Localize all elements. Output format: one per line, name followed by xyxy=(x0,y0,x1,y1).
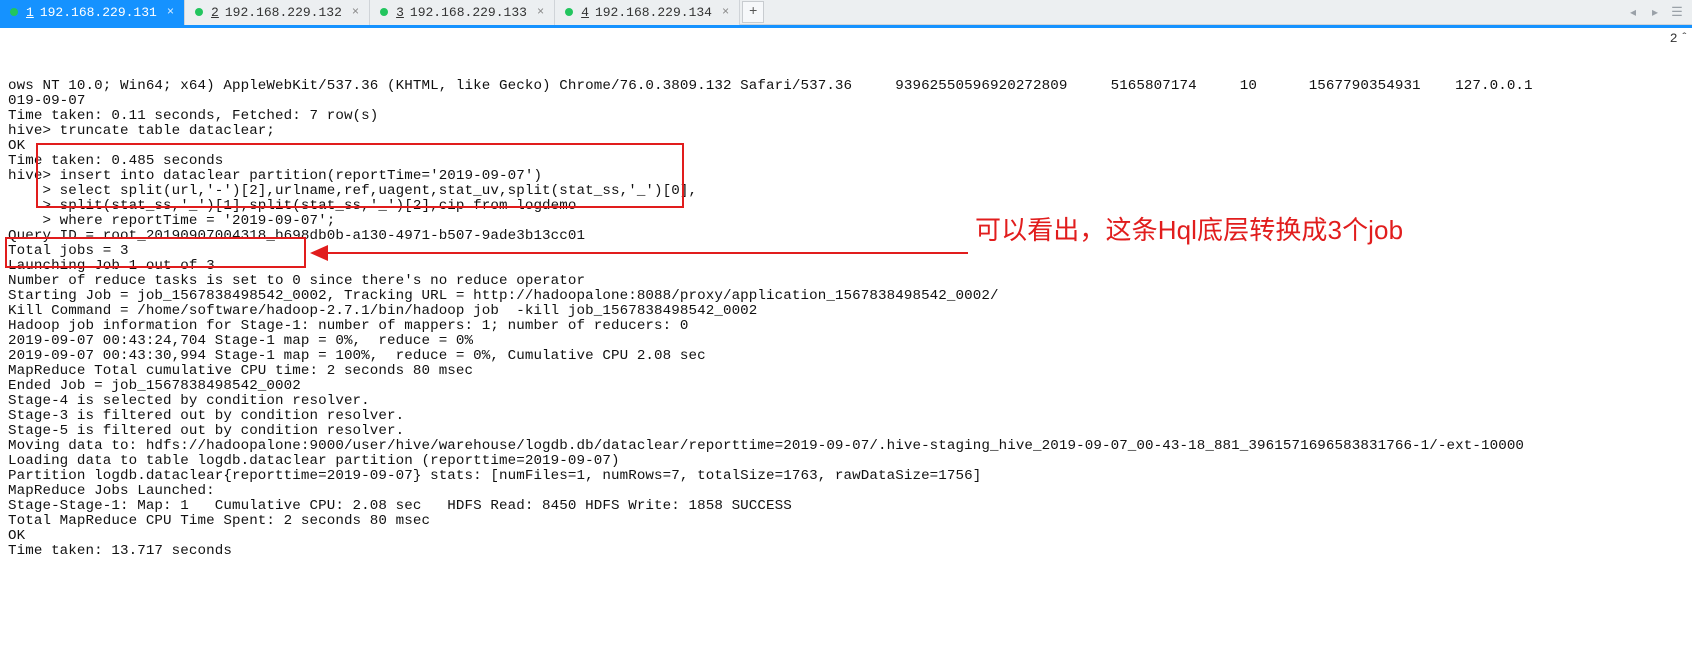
terminal-line: MapReduce Jobs Launched: xyxy=(8,484,1684,499)
tab-number: 4 xyxy=(581,5,589,20)
tabs-menu-icon[interactable]: ☰ xyxy=(1670,5,1684,20)
terminal-line: > split(stat_ss,'_')[1],split(stat_ss,'_… xyxy=(8,199,1684,214)
terminal-line: Kill Command = /home/software/hadoop-2.7… xyxy=(8,304,1684,319)
terminal-line: Total MapReduce CPU Time Spent: 2 second… xyxy=(8,514,1684,529)
terminal-line: Time taken: 0.485 seconds xyxy=(8,154,1684,169)
tabs-container: 1 192.168.229.131 × 2 192.168.229.132 × 3 192.1… xyxy=(0,0,740,25)
terminal-line: Loading data to table logdb.dataclear pa… xyxy=(8,454,1684,469)
terminal-line: Starting Job = job_1567838498542_0002, T… xyxy=(8,289,1684,304)
session-tab-3[interactable]: 3 192.168.229.133 × xyxy=(370,0,555,25)
annotation-text: 可以看出，这条Hql底层转换成3个job xyxy=(975,223,1403,238)
terminal-line: Stage-3 is filtered out by condition res… xyxy=(8,409,1684,424)
terminal-line: 2019-09-07 00:43:30,994 Stage-1 map = 10… xyxy=(8,349,1684,364)
terminal-line: hive> truncate table dataclear; xyxy=(8,124,1684,139)
terminal-line: Stage-5 is filtered out by condition res… xyxy=(8,424,1684,439)
terminal-line: > select split(url,'-')[2],urlname,ref,u… xyxy=(8,184,1684,199)
tab-label: 192.168.229.133 xyxy=(410,5,527,20)
terminal-line: Stage-Stage-1: Map: 1 Cumulative CPU: 2.… xyxy=(8,499,1684,514)
session-tab-4[interactable]: 4 192.168.229.134 × xyxy=(555,0,740,25)
terminal-line: Moving data to: hdfs://hadoopalone:9000/… xyxy=(8,439,1684,454)
scroll-up-icon[interactable]: ˆ xyxy=(1681,31,1688,46)
terminal-line: hive> insert into dataclear partition(re… xyxy=(8,169,1684,184)
tabs-scroll-right-icon[interactable]: ▸ xyxy=(1648,5,1662,20)
tab-number: 3 xyxy=(396,5,404,20)
terminal-output: 2 ˆ ows NT 10.0; Win64; x64) AppleWebKit… xyxy=(0,28,1692,657)
tab-label: 192.168.229.131 xyxy=(40,5,157,20)
terminal-line: OK xyxy=(8,139,1684,154)
terminal-line: OK xyxy=(8,529,1684,544)
terminal-line: 2019-09-07 00:43:24,704 Stage-1 map = 0%… xyxy=(8,334,1684,349)
connection-status-icon xyxy=(380,8,388,16)
terminal-line: Total jobs = 3 xyxy=(8,244,1684,259)
terminal-line: Partition logdb.dataclear{reporttime=201… xyxy=(8,469,1684,484)
scroll-position-indicator: 2 ˆ xyxy=(1670,31,1688,46)
connection-status-icon xyxy=(10,8,18,16)
session-tab-2[interactable]: 2 192.168.229.132 × xyxy=(185,0,370,25)
tab-label: 192.168.229.134 xyxy=(595,5,712,20)
close-tab-icon[interactable]: × xyxy=(167,5,174,19)
connection-status-icon xyxy=(565,8,573,16)
tab-bar-right-controls: ◂ ▸ ☰ xyxy=(1626,5,1692,20)
terminal-line: Launching Job 1 out of 3 xyxy=(8,259,1684,274)
terminal-line: Time taken: 13.717 seconds xyxy=(8,544,1684,559)
terminal-line: Stage-4 is selected by condition resolve… xyxy=(8,394,1684,409)
terminal-line: ows NT 10.0; Win64; x64) AppleWebKit/537… xyxy=(8,79,1684,94)
terminal-line: Time taken: 0.11 seconds, Fetched: 7 row… xyxy=(8,109,1684,124)
close-tab-icon[interactable]: × xyxy=(537,5,544,19)
terminal-line: Hadoop job information for Stage-1: numb… xyxy=(8,319,1684,334)
terminal-line: Ended Job = job_1567838498542_0002 xyxy=(8,379,1684,394)
terminal-line: 019-09-07 xyxy=(8,94,1684,109)
session-tab-1[interactable]: 1 192.168.229.131 × xyxy=(0,0,185,25)
add-tab-button[interactable]: + xyxy=(742,1,764,23)
terminal-line: Query ID = root_20190907004318_b698db0b-… xyxy=(8,229,1684,244)
connection-status-icon xyxy=(195,8,203,16)
close-tab-icon[interactable]: × xyxy=(722,5,729,19)
scroll-position-number: 2 xyxy=(1670,31,1678,46)
terminal-line: MapReduce Total cumulative CPU time: 2 s… xyxy=(8,364,1684,379)
tab-number: 2 xyxy=(211,5,219,20)
tab-number: 1 xyxy=(26,5,34,20)
tabs-scroll-left-icon[interactable]: ◂ xyxy=(1626,5,1640,20)
close-tab-icon[interactable]: × xyxy=(352,5,359,19)
tab-bar: 1 192.168.229.131 × 2 192.168.229.132 × 3 192.1… xyxy=(0,0,1692,25)
terminal-line: > where reportTime = '2019-09-07'; xyxy=(8,214,1684,229)
terminal-line: Number of reduce tasks is set to 0 since… xyxy=(8,274,1684,289)
tab-label: 192.168.229.132 xyxy=(225,5,342,20)
